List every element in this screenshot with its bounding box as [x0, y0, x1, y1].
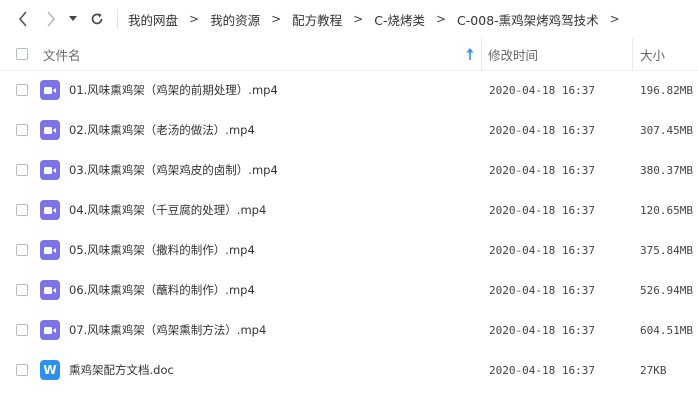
file-name[interactable]: 02.风味熏鸡架（老汤的做法）.mp4 — [69, 110, 255, 150]
file-modified-date: 2020-04-18 16:37 — [489, 163, 595, 177]
breadcrumb: 我的网盘 > 我的资源 > 配方教程 > C-烧烤类 > C-008-熏鸡架烤鸡… — [128, 0, 620, 38]
breadcrumb-item[interactable]: 配方教程 — [292, 10, 342, 29]
column-divider[interactable] — [632, 38, 633, 70]
word-doc-icon: W — [40, 360, 60, 380]
row-checkbox[interactable] — [16, 204, 28, 216]
file-row[interactable]: 01.风味熏鸡架（鸡架的前期处理）.mp4 2020-04-18 16:37 196… — [0, 70, 698, 110]
file-name[interactable]: 04.风味熏鸡架（千豆腐的处理）.mp4 — [69, 190, 266, 230]
toolbar-divider — [117, 9, 118, 29]
file-size: 196.82MB — [640, 83, 693, 97]
file-row[interactable]: 07.风味熏鸡架（鸡架熏制方法）.mp4 2020-04-18 16:37 604.… — [0, 310, 698, 350]
file-list-header: 文件名 修改时间 大小 — [0, 38, 698, 71]
file-name[interactable]: 03.风味熏鸡架（鸡架鸡皮的卤制）.mp4 — [69, 150, 278, 190]
video-file-icon — [40, 80, 60, 100]
column-header-name[interactable]: 文件名 — [43, 38, 81, 70]
chevron-right-icon — [47, 11, 56, 27]
column-header-date[interactable]: 修改时间 — [488, 38, 538, 70]
column-divider[interactable] — [481, 38, 482, 70]
row-checkbox[interactable] — [16, 124, 28, 136]
video-file-icon — [40, 160, 60, 180]
file-modified-date: 2020-04-18 16:37 — [489, 243, 595, 257]
file-row[interactable]: 02.风味熏鸡架（老汤的做法）.mp4 2020-04-18 16:37 307.4… — [0, 110, 698, 150]
refresh-icon — [91, 13, 103, 25]
file-size: 526.94MB — [640, 283, 693, 297]
file-name[interactable]: 06.风味熏鸡架（蘸料的制作）.mp4 — [69, 270, 255, 310]
file-row[interactable]: 05.风味熏鸡架（撒料的制作）.mp4 2020-04-18 16:37 375.8… — [0, 230, 698, 270]
file-modified-date: 2020-04-18 16:37 — [489, 363, 595, 377]
row-checkbox[interactable] — [16, 244, 28, 256]
file-name[interactable]: 熏鸡架配方文档.doc — [69, 350, 174, 390]
row-checkbox[interactable] — [16, 364, 28, 376]
breadcrumb-separator: > — [353, 12, 364, 26]
file-modified-date: 2020-04-18 16:37 — [489, 283, 595, 297]
breadcrumb-item-current[interactable]: C-008-熏鸡架烤鸡驾技术 — [457, 10, 599, 29]
file-row[interactable]: 06.风味熏鸡架（蘸料的制作）.mp4 2020-04-18 16:37 526.9… — [0, 270, 698, 310]
file-row[interactable]: W 熏鸡架配方文档.doc 2020-04-18 16:37 27KB — [0, 350, 698, 390]
video-file-icon — [40, 240, 60, 260]
column-header-size[interactable]: 大小 — [640, 38, 665, 70]
caret-down-icon — [69, 16, 77, 21]
row-checkbox[interactable] — [16, 164, 28, 176]
file-row[interactable]: 04.风味熏鸡架（千豆腐的处理）.mp4 2020-04-18 16:37 120.… — [0, 190, 698, 230]
file-size: 307.45MB — [640, 123, 693, 137]
breadcrumb-item[interactable]: 我的网盘 — [128, 10, 178, 29]
file-name[interactable]: 07.风味熏鸡架（鸡架熏制方法）.mp4 — [69, 310, 266, 350]
row-checkbox[interactable] — [16, 324, 28, 336]
sort-ascending-icon[interactable] — [465, 47, 475, 61]
forward-button[interactable] — [40, 7, 62, 31]
chevron-left-icon — [18, 11, 27, 27]
breadcrumb-separator: > — [435, 12, 447, 26]
toolbar: 我的网盘 > 我的资源 > 配方教程 > C-烧烤类 > C-008-熏鸡架烤鸡… — [0, 0, 698, 38]
file-modified-date: 2020-04-18 16:37 — [489, 203, 595, 217]
file-size: 375.84MB — [640, 243, 693, 257]
file-size: 380.37MB — [640, 163, 693, 177]
video-file-icon — [40, 200, 60, 220]
select-all-checkbox[interactable] — [16, 48, 28, 60]
video-file-icon — [40, 280, 60, 300]
breadcrumb-item[interactable]: 我的资源 — [210, 10, 260, 29]
file-modified-date: 2020-04-18 16:37 — [489, 123, 595, 137]
file-modified-date: 2020-04-18 16:37 — [489, 83, 595, 97]
breadcrumb-separator: > — [271, 12, 282, 26]
back-button[interactable] — [12, 7, 34, 31]
row-checkbox[interactable] — [16, 284, 28, 296]
breadcrumb-separator: > — [189, 12, 200, 26]
video-file-icon — [40, 120, 60, 140]
file-name[interactable]: 05.风味熏鸡架（撒料的制作）.mp4 — [69, 230, 255, 270]
file-name[interactable]: 01.风味熏鸡架（鸡架的前期处理）.mp4 — [69, 70, 278, 110]
file-size: 27KB — [640, 363, 667, 377]
history-dropdown-button[interactable] — [66, 7, 80, 31]
breadcrumb-item[interactable]: C-烧烤类 — [374, 10, 425, 29]
file-size: 604.51MB — [640, 323, 693, 337]
row-checkbox[interactable] — [16, 84, 28, 96]
refresh-button[interactable] — [86, 7, 108, 31]
breadcrumb-expand-arrow[interactable]: > — [610, 12, 620, 26]
video-file-icon — [40, 320, 60, 340]
file-modified-date: 2020-04-18 16:37 — [489, 323, 595, 337]
file-size: 120.65MB — [640, 203, 693, 217]
file-row[interactable]: 03.风味熏鸡架（鸡架鸡皮的卤制）.mp4 2020-04-18 16:37 380… — [0, 150, 698, 190]
